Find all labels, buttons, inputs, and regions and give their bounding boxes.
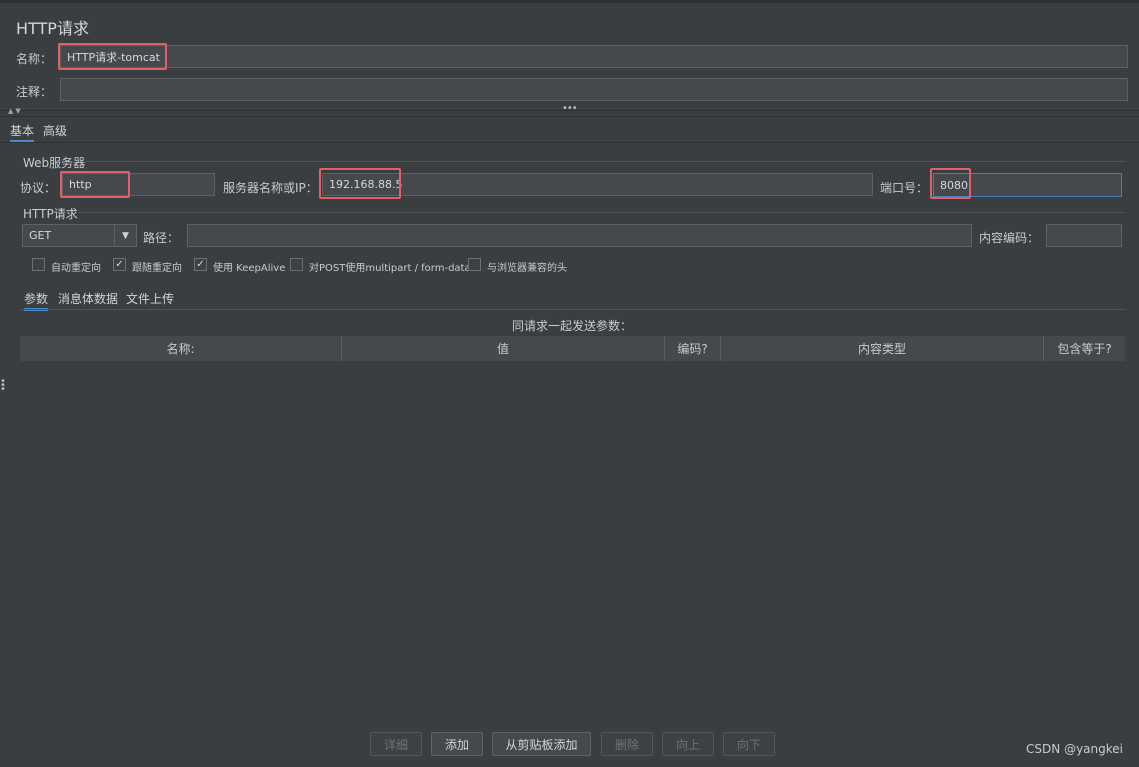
tab-divider xyxy=(0,142,1139,143)
protocol-highlight-box xyxy=(60,171,130,198)
name-label: 名称： xyxy=(16,52,53,66)
splitter-grip-icon[interactable]: ••• xyxy=(562,103,578,114)
checkbox-multipart[interactable] xyxy=(290,258,303,271)
path-label: 路径： xyxy=(143,231,180,245)
splitter-line-lower xyxy=(0,116,1139,117)
params-table-header: 名称: 值 编码? 内容类型 包含等于? xyxy=(20,336,1125,361)
column-header-include-equals[interactable]: 包含等于? xyxy=(1044,336,1125,361)
column-header-content-type[interactable]: 内容类型 xyxy=(721,336,1044,361)
server-field[interactable]: 192.168.88.5 xyxy=(322,173,873,196)
name-highlight-box xyxy=(58,43,167,70)
column-header-value[interactable]: 值 xyxy=(342,336,665,361)
comment-label: 注释： xyxy=(16,85,53,99)
port-highlight-box xyxy=(930,168,971,199)
server-label: 服务器名称或IP： xyxy=(223,181,318,195)
tab-params[interactable]: 参数 xyxy=(24,290,49,311)
method-value: GET xyxy=(29,229,52,242)
web-server-group-line xyxy=(86,161,1126,162)
column-header-name[interactable]: 名称: xyxy=(20,336,342,361)
method-select[interactable]: GET ▼ xyxy=(22,224,137,247)
protocol-label: 协议： xyxy=(20,181,57,195)
checkbox-keepalive[interactable]: ✓ xyxy=(194,258,207,271)
encoding-label: 内容编码： xyxy=(979,231,1040,245)
watermark: CSDN @yangkei xyxy=(1026,742,1123,756)
comment-field[interactable] xyxy=(60,78,1128,101)
subtab-divider xyxy=(20,309,1126,310)
add-from-clipboard-button[interactable]: 从剪贴板添加 xyxy=(492,732,591,756)
name-field[interactable]: HTTP请求-tomcat xyxy=(60,45,1128,68)
checkbox-auto-redirect[interactable] xyxy=(32,258,45,271)
chevron-down-icon[interactable]: ▼ xyxy=(114,225,136,246)
check-icon-2: ✓ xyxy=(196,258,205,270)
detail-button[interactable]: 详细 xyxy=(370,732,422,756)
server-highlight-box xyxy=(319,168,401,199)
move-up-button[interactable]: 向上 xyxy=(662,732,714,756)
collapse-arrows-icon[interactable]: ▲▼ xyxy=(8,107,23,115)
tab-body-data[interactable]: 消息体数据 xyxy=(58,290,118,307)
port-label: 端口号： xyxy=(880,181,929,195)
left-panel-grip-icon[interactable]: • • • xyxy=(0,377,6,395)
http-request-group-title: HTTP请求 xyxy=(23,207,78,221)
params-table-body[interactable] xyxy=(20,361,1125,721)
add-button[interactable]: 添加 xyxy=(431,732,483,756)
table-caption: 同请求一起发送参数： xyxy=(512,319,633,333)
checkbox-keepalive-label: 使用 KeepAlive xyxy=(213,263,286,274)
column-header-encode[interactable]: 编码? xyxy=(665,336,721,361)
check-icon-1: ✓ xyxy=(115,258,124,270)
tab-basic[interactable]: 基本 xyxy=(10,122,35,143)
checkbox-browser-headers-label: 与浏览器兼容的头 xyxy=(487,263,567,274)
checkbox-follow-redirect[interactable]: ✓ xyxy=(113,258,126,271)
move-down-button[interactable]: 向下 xyxy=(723,732,775,756)
web-server-group-title: Web服务器 xyxy=(23,156,86,170)
tab-advanced[interactable]: 高级 xyxy=(43,122,67,139)
http-request-group-line xyxy=(78,212,1126,213)
checkbox-follow-redirect-label: 跟随重定向 xyxy=(132,263,182,274)
encoding-field[interactable] xyxy=(1046,224,1122,247)
checkbox-browser-headers[interactable] xyxy=(468,258,481,271)
delete-button[interactable]: 删除 xyxy=(601,732,653,756)
path-field[interactable] xyxy=(187,224,972,247)
tab-file-upload[interactable]: 文件上传 xyxy=(126,290,174,307)
top-edge xyxy=(0,0,1139,3)
checkbox-multipart-label: 对POST使用multipart / form-data xyxy=(309,263,471,274)
page-title: HTTP请求 xyxy=(16,19,89,38)
checkbox-auto-redirect-label: 自动重定向 xyxy=(51,263,101,274)
